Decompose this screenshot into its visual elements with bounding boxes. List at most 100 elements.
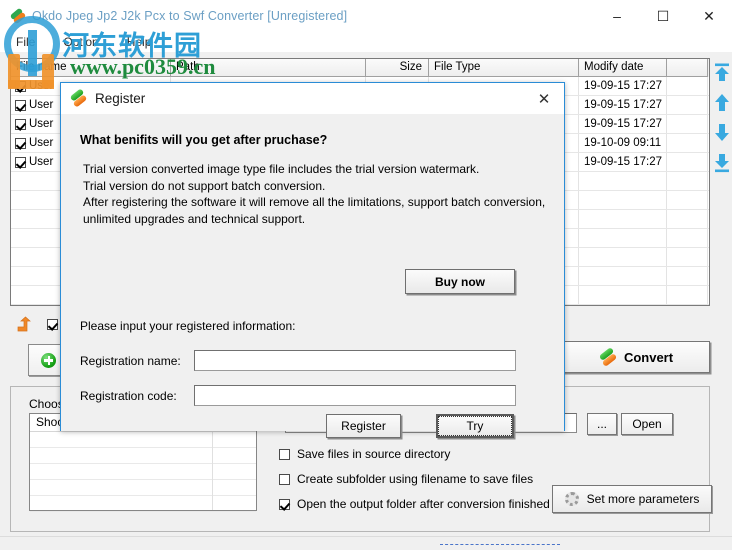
register-submit-button[interactable]: Register bbox=[326, 414, 401, 438]
table-cell-extra bbox=[667, 153, 708, 171]
browse-button[interactable]: ... bbox=[587, 413, 617, 435]
file-list-column-header-type[interactable]: File Type bbox=[429, 59, 579, 77]
table-cell-empty bbox=[667, 248, 708, 266]
move-to-top-button[interactable] bbox=[712, 62, 732, 88]
option-open-output-folder-box[interactable] bbox=[279, 498, 290, 510]
option-open-output-folder-label: Open the output folder after conversion … bbox=[297, 497, 550, 511]
table-cell-empty bbox=[667, 267, 708, 285]
file-list-column-header-date[interactable]: Modify date bbox=[579, 59, 667, 77]
table-cell-extra bbox=[667, 115, 708, 133]
registration-code-input[interactable] bbox=[194, 385, 516, 406]
table-cell-empty bbox=[667, 286, 708, 304]
menu-item-help[interactable]: Help bbox=[125, 34, 154, 50]
window-title: Okdo Jpeg Jp2 J2k Pcx to Swf Converter [… bbox=[32, 9, 348, 23]
row-checkbox[interactable] bbox=[15, 99, 26, 111]
table-cell-date: 19-10-09 09:11 bbox=[579, 134, 667, 152]
row-checkbox[interactable] bbox=[15, 118, 26, 130]
set-more-parameters-label: Set more parameters bbox=[586, 492, 700, 506]
table-cell-name-text: User bbox=[29, 137, 54, 149]
format-list-rows[interactable] bbox=[30, 432, 256, 512]
arrow-to-bottom-icon bbox=[715, 154, 729, 173]
maximize-button[interactable]: ☐ bbox=[640, 0, 686, 32]
option-open-output-folder[interactable]: Open the output folder after conversion … bbox=[279, 497, 550, 511]
register-icon bbox=[69, 88, 88, 108]
table-cell-extra bbox=[667, 77, 708, 95]
try-button[interactable]: Try bbox=[436, 414, 514, 438]
register-dialog-paragraph: Trial version converted image type file … bbox=[83, 161, 548, 227]
format-list-column-divider bbox=[212, 432, 213, 510]
menu-item-file[interactable]: File bbox=[14, 34, 37, 50]
format-list-item[interactable] bbox=[30, 432, 256, 448]
table-cell-name-text: User bbox=[29, 80, 54, 92]
buy-now-button[interactable]: Buy now bbox=[405, 269, 515, 294]
option-create-subfolder[interactable]: Create subfolder using filename to save … bbox=[279, 472, 533, 486]
convert-label: Convert bbox=[623, 349, 674, 365]
format-list-item[interactable] bbox=[30, 496, 256, 512]
table-cell-name-text: User bbox=[29, 99, 54, 111]
menu-bar: File Option Help bbox=[0, 32, 732, 52]
file-list-column-header-path[interactable]: Path bbox=[171, 59, 366, 77]
try-button-label: Try bbox=[438, 416, 512, 436]
file-list-header: File name Path Size File Type Modify date bbox=[11, 59, 709, 77]
register-dialog-title-bar: Register ✕ bbox=[61, 83, 564, 114]
format-list-item[interactable] bbox=[30, 480, 256, 496]
set-more-parameters-button[interactable]: Set more parameters bbox=[552, 485, 712, 513]
register-dialog-prompt: Please input your registered information… bbox=[80, 319, 296, 333]
file-list-column-header-name[interactable]: File name bbox=[11, 59, 171, 77]
arrow-down-icon bbox=[715, 124, 729, 141]
format-list-item[interactable] bbox=[30, 464, 256, 480]
status-bar bbox=[0, 536, 732, 550]
green-plus-icon bbox=[41, 352, 56, 368]
register-dialog-title: Register bbox=[95, 91, 146, 106]
up-level-icon[interactable] bbox=[16, 316, 34, 334]
table-cell-date: 19-09-15 17:27 bbox=[579, 77, 667, 95]
convert-icon bbox=[598, 346, 618, 367]
select-all-checkbox[interactable] bbox=[47, 319, 58, 333]
select-all-checkbox-box[interactable] bbox=[47, 319, 58, 330]
table-cell-empty bbox=[667, 172, 708, 190]
register-dialog-heading: What benifits will you get after pruchas… bbox=[80, 133, 328, 147]
convert-button[interactable]: Convert bbox=[562, 341, 710, 373]
option-save-in-source-directory[interactable]: Save files in source directory bbox=[279, 447, 450, 461]
registration-name-label: Registration name: bbox=[80, 354, 181, 368]
open-folder-button[interactable]: Open bbox=[621, 413, 673, 435]
file-list-column-header-size[interactable]: Size bbox=[366, 59, 429, 77]
table-cell-empty bbox=[579, 191, 667, 209]
close-button[interactable]: ✕ bbox=[686, 0, 732, 32]
row-checkbox[interactable] bbox=[15, 137, 26, 149]
table-cell-name-text: User bbox=[29, 156, 54, 168]
arrow-up-icon bbox=[715, 94, 729, 111]
row-checkbox[interactable] bbox=[15, 80, 26, 92]
move-up-button[interactable] bbox=[712, 92, 732, 118]
register-dialog: Register ✕ What benifits will you get af… bbox=[60, 82, 565, 438]
title-bar: Okdo Jpeg Jp2 J2k Pcx to Swf Converter [… bbox=[0, 0, 732, 32]
table-cell-empty bbox=[579, 286, 667, 304]
menu-item-option[interactable]: Option bbox=[61, 34, 100, 50]
table-cell-empty bbox=[579, 267, 667, 285]
app-icon bbox=[9, 7, 27, 25]
table-cell-empty bbox=[579, 229, 667, 247]
status-progress-dashes bbox=[440, 541, 560, 545]
table-cell-name-text: User bbox=[29, 118, 54, 130]
file-list-column-header-extra[interactable] bbox=[667, 59, 708, 77]
table-cell-date: 19-09-15 17:27 bbox=[579, 115, 667, 133]
option-create-subfolder-box[interactable] bbox=[279, 473, 290, 485]
table-cell-empty bbox=[667, 191, 708, 209]
table-cell-empty bbox=[579, 210, 667, 228]
minimize-button[interactable]: – bbox=[594, 0, 640, 32]
application-window: Okdo Jpeg Jp2 J2k Pcx to Swf Converter [… bbox=[0, 0, 732, 550]
move-to-bottom-button[interactable] bbox=[712, 152, 732, 178]
row-checkbox[interactable] bbox=[15, 156, 26, 168]
register-dialog-close-icon[interactable]: ✕ bbox=[524, 83, 564, 114]
registration-name-input[interactable] bbox=[194, 350, 516, 371]
registration-code-label: Registration code: bbox=[80, 389, 177, 403]
table-cell-empty bbox=[579, 248, 667, 266]
table-cell-empty bbox=[579, 172, 667, 190]
table-cell-date: 19-09-15 17:27 bbox=[579, 96, 667, 114]
format-list-item[interactable] bbox=[30, 448, 256, 464]
table-cell-empty bbox=[667, 210, 708, 228]
order-toolbar bbox=[712, 62, 732, 312]
table-cell-extra bbox=[667, 134, 708, 152]
move-down-button[interactable] bbox=[712, 122, 732, 148]
option-save-in-source-directory-box[interactable] bbox=[279, 448, 290, 460]
